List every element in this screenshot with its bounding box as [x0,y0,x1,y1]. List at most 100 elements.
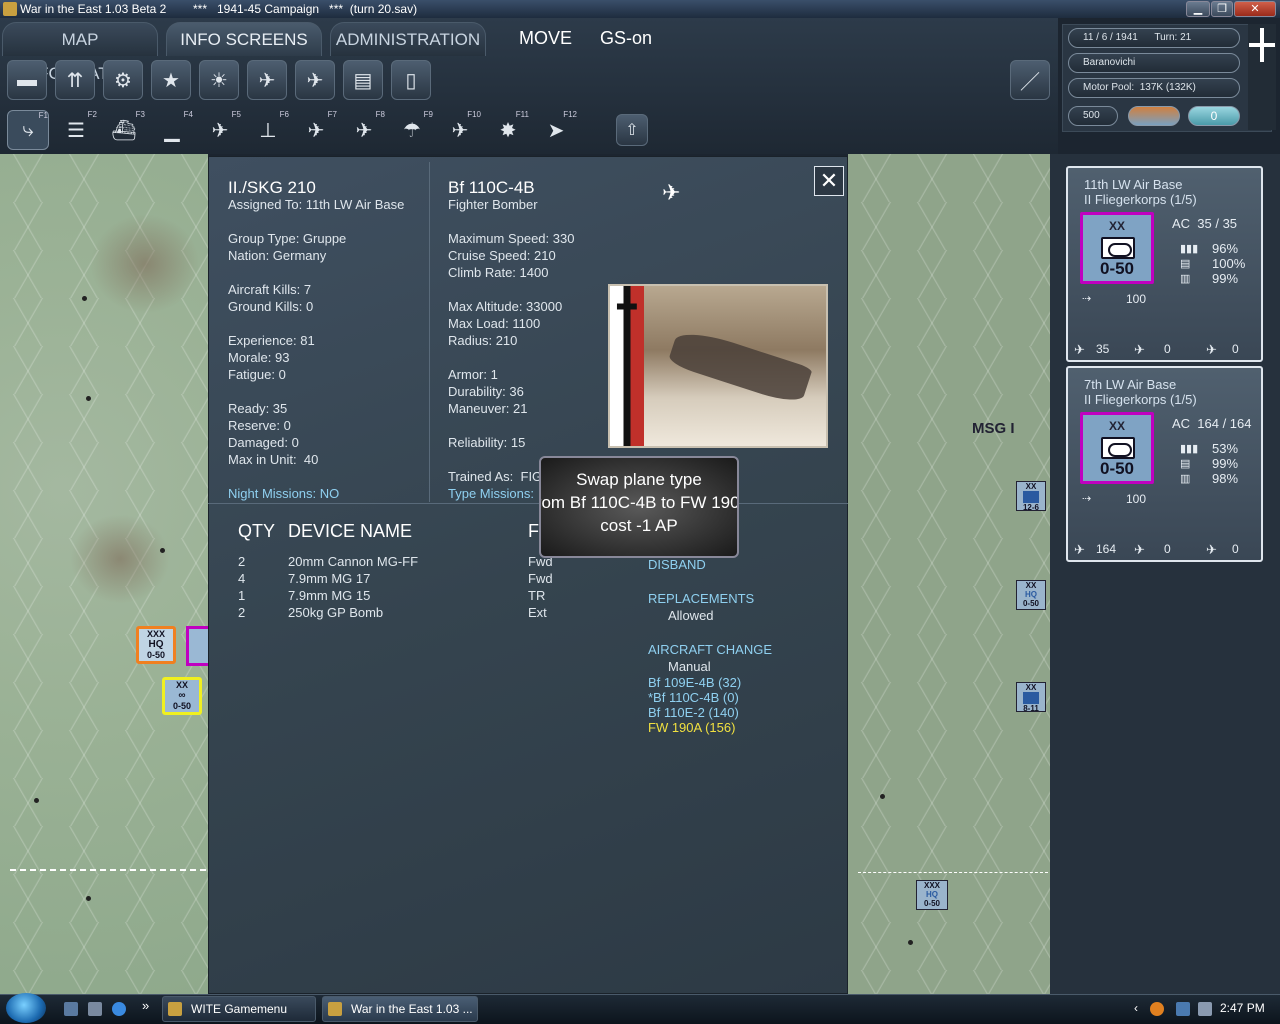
map-unit-airbase[interactable]: XX ∞ 0-50 [162,677,202,715]
taskbar-item-gamemenu[interactable]: WITE Gamemenu [162,996,316,1022]
unit-icon-button[interactable]: ▬ [7,60,47,100]
star-icon[interactable]: ★ [151,60,191,100]
close-dialog-button[interactable]: ✕ [814,166,844,196]
trained-as: Trained As: FIG [448,469,543,484]
air-icon[interactable]: ✈ [247,60,287,100]
aircraft-role: Fighter Bomber [448,197,538,212]
f5-air-icon[interactable]: ✈ F5 [199,110,241,150]
f6-airbase-icon[interactable]: ⊥ F6 [247,110,289,150]
units-list-icon[interactable]: ⇈ [55,60,95,100]
recon-count: 0 [1232,542,1239,556]
f4-naval-icon[interactable]: ▁ F4 [151,110,193,150]
base-unit-counter[interactable]: XX 0-50 [1080,212,1154,284]
f10-recon-icon[interactable]: ✈ F10 [439,110,481,150]
unit-name: II./SKG 210 [228,178,316,197]
tooltip-line-2: from Bf 110C-4B to FW 190A [539,493,739,512]
armor: Armor: 1 [448,367,498,382]
base-unit-counter[interactable]: XX 0-50 [1080,412,1154,484]
morale: Morale: 93 [228,350,290,365]
map-unit-partial[interactable] [186,626,208,666]
f12-play-icon[interactable]: ➤ F12 [535,110,577,150]
map-unit-hq[interactable]: XXX HQ 0-50 [136,626,176,664]
f11-explosion-icon[interactable]: ✸ F11 [487,110,529,150]
maneuver: Maneuver: 21 [448,401,528,416]
aircraft-change-label: AIRCRAFT CHANGE [648,642,772,657]
recon-icon: ✈ [1206,542,1217,557]
report-icon[interactable]: ▤ [343,60,383,100]
f2-rail-icon[interactable]: ☰ F2 [55,110,97,150]
map-left[interactable] [0,154,208,994]
taskbar-item-war-in-the-east[interactable]: War in the East 1.03 ... [322,996,478,1022]
ground-kills: Ground Kills: 0 [228,299,314,314]
map-unit-infantry[interactable]: XX 12-6 [1016,481,1046,512]
town-dot [160,548,165,553]
tab-map-information[interactable]: MAP INFORMATION [2,22,158,83]
maximize-button[interactable]: ❐ [1211,1,1233,17]
support-icon: ⇢ [1082,293,1092,305]
map-unit-infantry[interactable]: XX 8-11 [1016,682,1046,713]
aircraft-change-mode[interactable]: Manual [668,658,711,675]
show-desktop-icon[interactable] [64,1002,78,1016]
pencil-icon[interactable]: ／ [1010,60,1050,100]
percent-1: 96% [1212,241,1239,256]
switch-windows-icon[interactable] [88,1002,102,1016]
weather-slider[interactable] [1128,106,1180,126]
replacements-toggle[interactable]: Allowed [668,607,714,624]
minimize-button[interactable]: ▁ [1186,1,1210,17]
start-button[interactable] [6,993,46,1023]
tab-administration[interactable]: ADMINISTRATION [330,22,486,56]
tray-app-icon[interactable] [1150,1002,1164,1016]
plane-icon: ✈ [662,180,681,205]
type-missions[interactable]: Type Missions: [448,485,534,502]
aircraft-option-selected[interactable]: FW 190A (156) [648,720,735,735]
base-card[interactable]: 7th LW Air Base II Fliegerkorps (1/5) XX… [1066,366,1263,562]
aircraft-option[interactable]: *Bf 110C-4B (0) [648,690,739,705]
network-icon[interactable] [1176,1002,1190,1016]
close-window-button[interactable]: ✕ [1234,1,1276,17]
air-group-icon[interactable]: ✈ [295,60,335,100]
move-mode-button[interactable]: MOVE [519,28,572,49]
damaged: Damaged: 0 [228,435,299,450]
tooltip-line-3: cost -1 AP [600,516,678,535]
window-title: War in the East 1.03 Beta 2 *** 1941-45 … [20,2,418,16]
aircraft-kills: Aircraft Kills: 7 [228,282,312,297]
tab-info-screens[interactable]: INFO SCREENS [166,22,322,56]
f7-ground-attack-icon[interactable]: ✈ F7 [295,110,337,150]
aircraft-option[interactable]: Bf 110E-2 (140) [648,705,739,720]
map-right[interactable]: MSG I [848,154,1050,994]
f9-airdrop-icon[interactable]: ☂ F9 [391,110,433,150]
fighter-icon: ✈ [1074,342,1085,357]
toggle-button[interactable]: 0 [1188,106,1240,126]
f3-naval-icon[interactable]: ⛴ F3 [103,110,145,150]
f8-bombing-icon[interactable]: ✈ F8 [343,110,385,150]
max-in-unit[interactable]: Max in Unit: 40 [228,451,318,468]
night-missions-toggle[interactable]: Night Missions: NO [228,485,339,502]
ready-icon: ▮▮▮ [1180,443,1199,455]
f1-move-icon[interactable]: ⤷ F1 [7,110,49,150]
volume-icon[interactable] [1198,1002,1212,1016]
ie-icon[interactable] [112,1002,126,1016]
device-name: 20mm Cannon MG-FF [288,554,419,569]
more-icon[interactable]: » [142,998,149,1013]
gear-icon[interactable]: ⚙ [103,60,143,100]
town-dot [880,794,885,799]
assigned-to[interactable]: Assigned To: 11th LW Air Base [228,196,404,213]
base-card[interactable]: 11th LW Air Base II Fliegerkorps (1/5) X… [1066,166,1263,362]
support-icon: ⇢ [1082,493,1092,505]
gs-toggle-button[interactable]: GS-on [600,28,652,49]
date-turn-field: 11 / 6 / 1941 Turn: 21 [1068,28,1240,48]
chevron-left-icon[interactable]: ‹ [1134,1001,1138,1015]
clock[interactable]: 2:47 PM [1220,1001,1265,1015]
map-unit-hq[interactable]: XXX HQ 0-50 [916,880,948,910]
map-unit-hq[interactable]: XX HQ 0-50 [1016,580,1046,610]
weather-icon[interactable]: ☀ [199,60,239,100]
aircraft-option[interactable]: Bf 109E-4B (32) [648,675,741,690]
disband-button[interactable]: DISBAND [648,556,706,573]
hill [70,514,170,604]
border-line [10,869,206,871]
max-speed: Maximum Speed: 330 [448,231,575,246]
upload-icon[interactable]: ⇧ [616,114,648,146]
hill [90,214,200,314]
document-icon[interactable]: ▯ [391,60,431,100]
aircraft-wreck [667,325,813,407]
